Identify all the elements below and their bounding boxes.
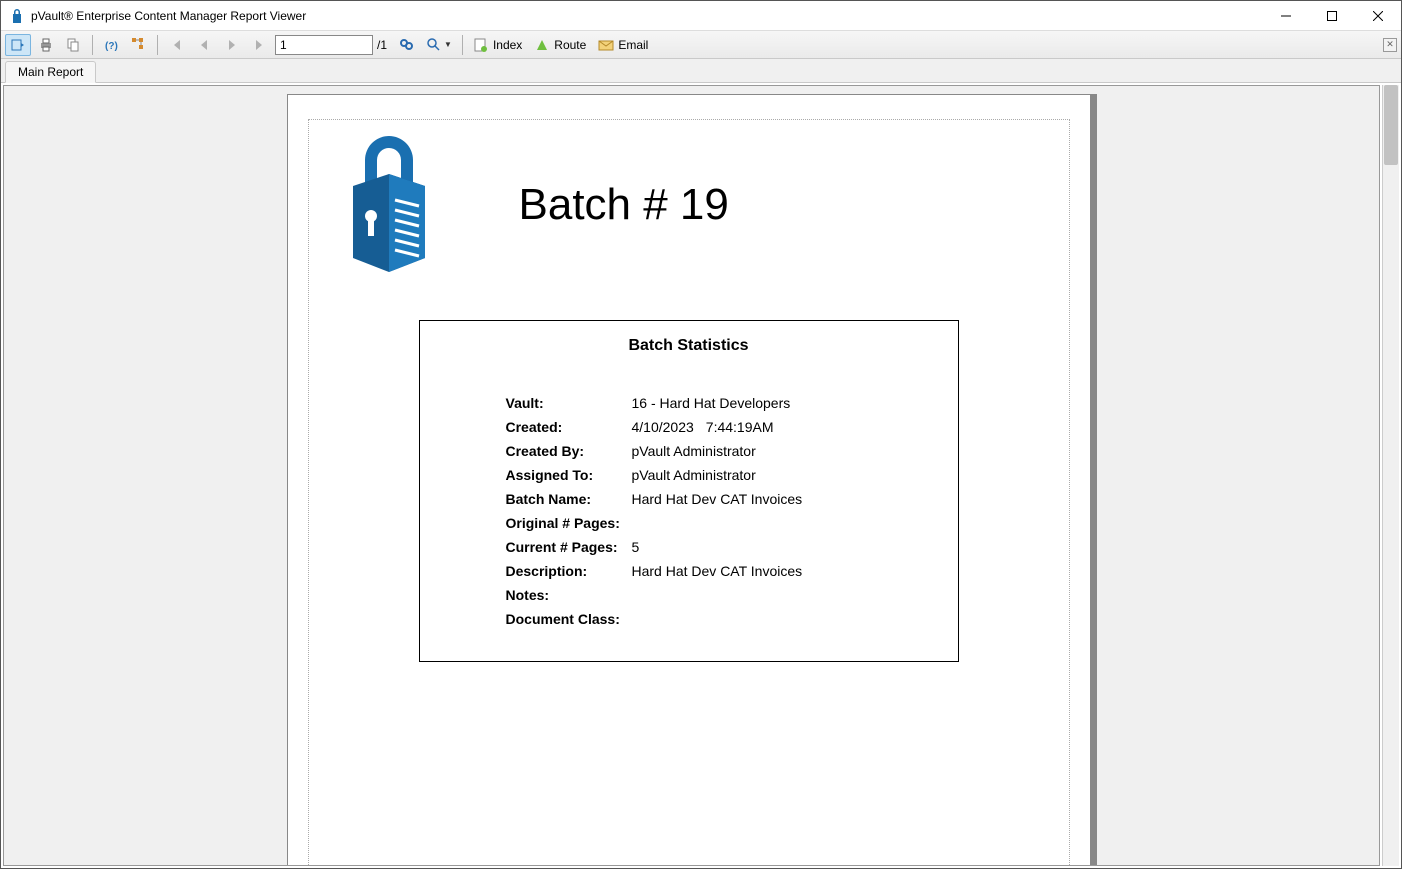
titlebar: pVault® Enterprise Content Manager Repor…: [1, 1, 1401, 31]
value-created: 4/10/2023 7:44:19AM: [632, 419, 774, 435]
route-button[interactable]: Route: [529, 34, 591, 56]
row-docclass: Document Class:: [420, 607, 958, 631]
lock-logo-icon: [339, 130, 439, 280]
page-shadow: Batch # 19 Batch Statistics Vault: 16 - …: [287, 94, 1097, 865]
row-currpages: Current # Pages: 5: [420, 535, 958, 559]
copy-button[interactable]: [61, 34, 87, 56]
label-created: Created:: [506, 419, 632, 435]
window-title: pVault® Enterprise Content Manager Repor…: [31, 9, 306, 23]
page-inner: Batch # 19 Batch Statistics Vault: 16 - …: [308, 119, 1070, 866]
close-panel-button[interactable]: ✕: [1383, 38, 1397, 52]
row-batchname: Batch Name: Hard Hat Dev CAT Invoices: [420, 487, 958, 511]
stats-box: Batch Statistics Vault: 16 - Hard Hat De…: [419, 320, 959, 662]
value-assigned: pVault Administrator: [632, 467, 756, 483]
label-createdby: Created By:: [506, 443, 632, 459]
row-created: Created: 4/10/2023 7:44:19AM: [420, 415, 958, 439]
report-page: Batch # 19 Batch Statistics Vault: 16 - …: [287, 94, 1091, 866]
row-createdby: Created By: pVault Administrator: [420, 439, 958, 463]
label-vault: Vault:: [506, 395, 632, 411]
created-time: 7:44:19AM: [706, 419, 774, 435]
last-page-button[interactable]: [247, 34, 273, 56]
app-window: pVault® Enterprise Content Manager Repor…: [0, 0, 1402, 869]
export-button[interactable]: [5, 34, 31, 56]
value-desc: Hard Hat Dev CAT Invoices: [632, 563, 803, 579]
stats-heading: Batch Statistics: [420, 337, 958, 355]
next-page-button[interactable]: [219, 34, 245, 56]
label-assigned: Assigned To:: [506, 467, 632, 483]
label-docclass: Document Class:: [506, 611, 632, 627]
value-vault: 16 - Hard Hat Developers: [632, 395, 791, 411]
label-currpages: Current # Pages:: [506, 539, 632, 555]
page-total-label: /1: [377, 38, 387, 52]
scrollbar-thumb[interactable]: [1384, 85, 1398, 165]
print-button[interactable]: [33, 34, 59, 56]
index-button[interactable]: Index: [468, 34, 527, 56]
created-date: 4/10/2023: [632, 419, 694, 435]
email-label: Email: [618, 38, 648, 52]
value-batchname: Hard Hat Dev CAT Invoices: [632, 491, 803, 507]
app-lock-icon: [9, 8, 25, 24]
route-label: Route: [554, 38, 586, 52]
toolbar: (?) /1 ▼ Index Route Email: [1, 31, 1401, 59]
prev-page-button[interactable]: [191, 34, 217, 56]
group-tree-button[interactable]: [126, 34, 152, 56]
label-notes: Notes:: [506, 587, 632, 603]
row-origpages: Original # Pages:: [420, 511, 958, 535]
label-desc: Description:: [506, 563, 632, 579]
email-button[interactable]: Email: [593, 34, 653, 56]
close-button[interactable]: [1355, 1, 1401, 30]
maximize-button[interactable]: [1309, 1, 1355, 30]
label-origpages: Original # Pages:: [506, 515, 632, 531]
svg-text:(?): (?): [105, 41, 118, 52]
toggle-parameters-button[interactable]: (?): [98, 34, 124, 56]
row-notes: Notes:: [420, 583, 958, 607]
index-label: Index: [493, 38, 522, 52]
value-createdby: pVault Administrator: [632, 443, 756, 459]
row-assigned: Assigned To: pVault Administrator: [420, 463, 958, 487]
row-desc: Description: Hard Hat Dev CAT Invoices: [420, 559, 958, 583]
report-viewport[interactable]: Batch # 19 Batch Statistics Vault: 16 - …: [3, 85, 1380, 866]
tabstrip: Main Report: [1, 59, 1401, 83]
window-controls: [1263, 1, 1401, 30]
viewer-wrap: Batch # 19 Batch Statistics Vault: 16 - …: [1, 83, 1401, 868]
row-vault: Vault: 16 - Hard Hat Developers: [420, 391, 958, 415]
chevron-down-icon: ▼: [444, 40, 452, 49]
find-button[interactable]: [393, 34, 419, 56]
label-batchname: Batch Name:: [506, 491, 632, 507]
batch-title: Batch # 19: [519, 180, 729, 230]
zoom-button[interactable]: ▼: [421, 34, 457, 56]
report-header: Batch # 19: [329, 130, 1049, 280]
first-page-button[interactable]: [163, 34, 189, 56]
tab-main-report[interactable]: Main Report: [5, 61, 96, 83]
minimize-button[interactable]: [1263, 1, 1309, 30]
vertical-scrollbar[interactable]: [1382, 85, 1399, 866]
page-number-input[interactable]: [275, 35, 373, 55]
value-currpages: 5: [632, 539, 640, 555]
